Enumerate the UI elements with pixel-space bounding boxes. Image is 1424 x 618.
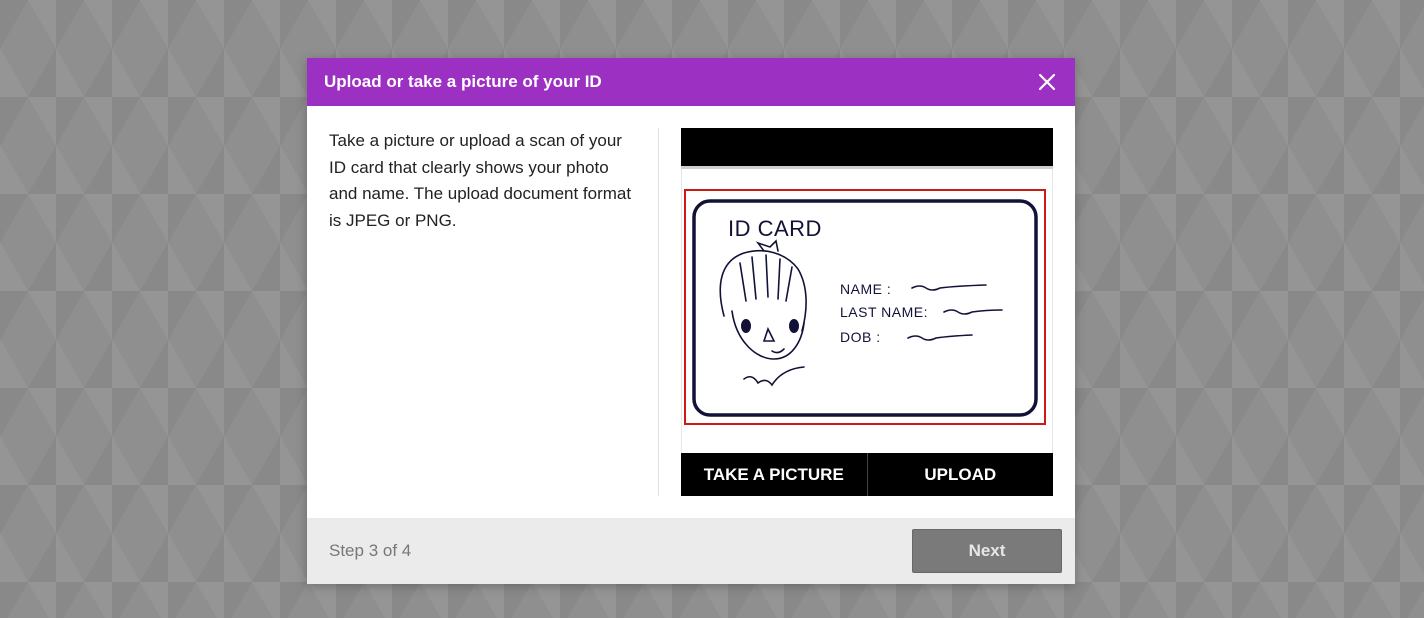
- dob-field-label: DOB :: [840, 329, 881, 345]
- right-eye: [789, 319, 799, 333]
- take-picture-button[interactable]: TAKE A PICTURE: [681, 453, 867, 496]
- next-button[interactable]: Next: [912, 529, 1062, 573]
- id-upload-dialog: Upload or take a picture of your ID Take…: [307, 58, 1075, 584]
- id-card-frame: ID CARD NAME : LAST NAME: DOB :: [684, 189, 1046, 425]
- portrait-icon: [719, 239, 807, 387]
- left-eye: [741, 319, 751, 333]
- capture-actions: TAKE A PICTURE UPLOAD: [681, 453, 1053, 496]
- last-name-field-label: LAST NAME:: [840, 304, 928, 320]
- close-icon[interactable]: [1037, 72, 1057, 92]
- id-preview-panel: ID CARD NAME : LAST NAME: DOB : TAKE A P…: [681, 128, 1053, 496]
- dialog-footer: Step 3 of 4 Next: [307, 518, 1075, 584]
- id-card-heading: ID CARD: [728, 216, 822, 241]
- preview-strip: [681, 166, 1053, 169]
- preview-top-bar: [681, 128, 1053, 166]
- step-indicator: Step 3 of 4: [329, 541, 412, 560]
- dialog-title: Upload or take a picture of your ID: [324, 72, 602, 91]
- instructions-text: Take a picture or upload a scan of your …: [329, 131, 632, 230]
- name-field-label: NAME :: [840, 281, 892, 297]
- dialog-header: Upload or take a picture of your ID: [307, 58, 1075, 106]
- column-divider: [658, 128, 659, 496]
- upload-button[interactable]: UPLOAD: [868, 453, 1054, 496]
